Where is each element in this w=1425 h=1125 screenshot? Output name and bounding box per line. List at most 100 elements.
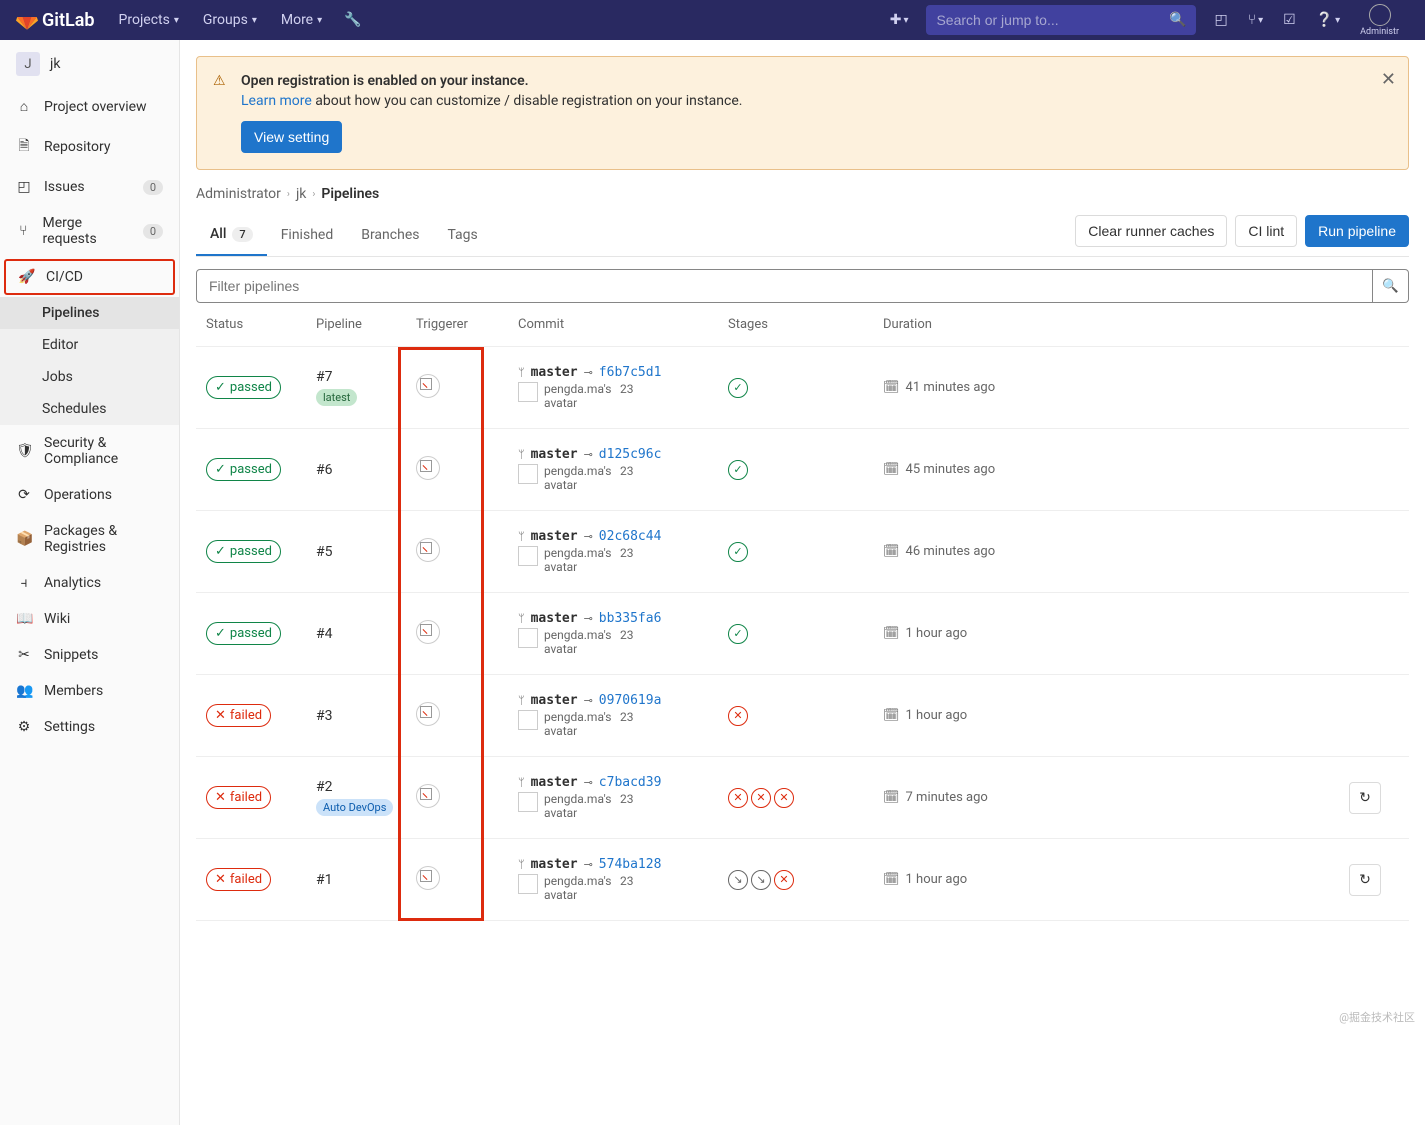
duration-text: 7 minutes ago: [906, 790, 988, 805]
sidebar-sub-pipelines[interactable]: Pipelines: [0, 297, 179, 329]
search-icon[interactable]: 🔍: [1169, 12, 1186, 28]
status-badge[interactable]: ✓ passed: [206, 622, 281, 645]
sidebar-item-settings[interactable]: ⚙Settings: [0, 709, 179, 745]
sidebar-item-snippets[interactable]: ✂Snippets: [0, 637, 179, 673]
wrench-icon[interactable]: 🔧: [334, 12, 371, 28]
sidebar-item-issues[interactable]: ◰Issues0: [0, 169, 179, 205]
author-avatar: [518, 464, 538, 484]
branch-name[interactable]: master: [531, 447, 578, 462]
stage-fail-icon[interactable]: ✕: [728, 706, 748, 726]
tab-finished[interactable]: Finished: [267, 215, 348, 255]
stage-fail-icon[interactable]: ✕: [774, 870, 794, 890]
pipeline-id-link[interactable]: #5: [316, 544, 333, 560]
branch-name[interactable]: master: [531, 775, 578, 790]
triggerer-avatar[interactable]: [416, 538, 440, 562]
pipeline-id-link[interactable]: #4: [316, 626, 333, 642]
branch-name[interactable]: master: [531, 365, 578, 380]
th-duration: Duration: [883, 317, 1349, 332]
home-icon: ⌂: [16, 98, 32, 115]
issues-icon[interactable]: ◰: [1204, 12, 1237, 28]
sidebar-item-cicd[interactable]: 🚀CI/CD: [4, 259, 175, 295]
gitlab-logo[interactable]: GitLab: [16, 9, 95, 31]
commit-sha-link[interactable]: d125c96c: [599, 447, 662, 462]
triggerer-avatar[interactable]: [416, 620, 440, 644]
pipeline-id-link[interactable]: #7: [316, 369, 333, 385]
todos-icon[interactable]: ☑: [1273, 12, 1306, 28]
stage-ok-icon[interactable]: ✓: [728, 378, 748, 398]
sidebar-item-security[interactable]: 🛡Security & Compliance: [0, 425, 179, 477]
search-box[interactable]: 🔍: [926, 5, 1196, 35]
stage-skip-icon[interactable]: ↘: [728, 870, 748, 890]
sidebar-sub-editor[interactable]: Editor: [0, 329, 179, 361]
triggerer-avatar[interactable]: [416, 374, 440, 398]
nav-groups[interactable]: Groups▾: [191, 12, 269, 28]
user-menu[interactable]: Administr: [1350, 4, 1409, 37]
ci-lint-button[interactable]: CI lint: [1235, 215, 1297, 247]
tab-tags[interactable]: Tags: [433, 215, 491, 255]
status-badge[interactable]: ✕ failed: [206, 786, 271, 809]
stage-skip-icon[interactable]: ↘: [751, 870, 771, 890]
learn-more-link[interactable]: Learn more: [241, 93, 312, 109]
stage-ok-icon[interactable]: ✓: [728, 624, 748, 644]
status-badge[interactable]: ✓ passed: [206, 540, 281, 563]
crumb-project[interactable]: jk: [296, 186, 306, 202]
retry-button[interactable]: ↻: [1349, 782, 1381, 814]
retry-button[interactable]: ↻: [1349, 864, 1381, 896]
sidebar-sub-schedules[interactable]: Schedules: [0, 393, 179, 425]
sidebar-item-members[interactable]: 👥Members: [0, 673, 179, 709]
stage-fail-icon[interactable]: ✕: [728, 788, 748, 808]
project-header[interactable]: J jk: [0, 40, 179, 88]
commit-sha-link[interactable]: 02c68c44: [599, 529, 662, 544]
status-badge[interactable]: ✓ passed: [206, 376, 281, 399]
search-input[interactable]: [936, 12, 1169, 28]
run-pipeline-button[interactable]: Run pipeline: [1305, 215, 1409, 247]
stage-fail-icon[interactable]: ✕: [751, 788, 771, 808]
pipeline-id-link[interactable]: #2: [316, 779, 333, 795]
triggerer-avatar[interactable]: [416, 784, 440, 808]
sidebar-item-overview[interactable]: ⌂Project overview: [0, 88, 179, 125]
nav-projects[interactable]: Projects▾: [107, 12, 191, 28]
commit-sha-link[interactable]: f6b7c5d1: [599, 365, 662, 380]
status-badge[interactable]: ✓ passed: [206, 458, 281, 481]
pipeline-id-link[interactable]: #3: [316, 708, 333, 724]
sidebar-sub-jobs[interactable]: Jobs: [0, 361, 179, 393]
commit-sha-link[interactable]: c7bacd39: [599, 775, 662, 790]
status-badge[interactable]: ✕ failed: [206, 868, 271, 891]
commit-sha-link[interactable]: 574ba128: [599, 857, 662, 872]
stage-ok-icon[interactable]: ✓: [728, 460, 748, 480]
branch-name[interactable]: master: [531, 529, 578, 544]
filter-input[interactable]: [196, 269, 1373, 303]
sidebar-item-merge-requests[interactable]: ⑂Merge requests0: [0, 205, 179, 257]
triggerer-avatar[interactable]: [416, 702, 440, 726]
stage-ok-icon[interactable]: ✓: [728, 542, 748, 562]
commit-sha-link[interactable]: 0970619a: [599, 693, 662, 708]
tab-branches[interactable]: Branches: [347, 215, 433, 255]
nav-more[interactable]: More▾: [269, 12, 334, 28]
pipeline-id-link[interactable]: #6: [316, 462, 333, 478]
branch-name[interactable]: master: [531, 693, 578, 708]
help-icon[interactable]: ❔▾: [1306, 12, 1350, 28]
view-setting-button[interactable]: View setting: [241, 121, 342, 153]
clear-caches-button[interactable]: Clear runner caches: [1075, 215, 1227, 247]
pipeline-id-link[interactable]: #1: [316, 872, 333, 888]
sidebar-item-repository[interactable]: 🗎Repository: [0, 125, 179, 169]
triggerer-avatar[interactable]: [416, 866, 440, 890]
status-badge[interactable]: ✕ failed: [206, 704, 271, 727]
close-icon[interactable]: ✕: [1381, 69, 1396, 90]
branch-name[interactable]: master: [531, 857, 578, 872]
filter-search-button[interactable]: 🔍: [1373, 269, 1409, 303]
sidebar-item-operations[interactable]: ⟳Operations: [0, 477, 179, 513]
branch-name[interactable]: master: [531, 611, 578, 626]
merge-requests-icon[interactable]: ⑂ ▾: [1238, 12, 1273, 28]
commit-sha-link[interactable]: bb335fa6: [599, 611, 662, 626]
triggerer-avatar[interactable]: [416, 456, 440, 480]
top-navbar: GitLab Projects▾ Groups▾ More▾ 🔧 ✚ ▾ 🔍 ◰…: [0, 0, 1425, 40]
tab-all[interactable]: All7: [196, 214, 267, 256]
sidebar-item-analytics[interactable]: ⫞Analytics: [0, 565, 179, 601]
sidebar-item-wiki[interactable]: 📖Wiki: [0, 601, 179, 637]
sidebar-item-packages[interactable]: 📦Packages & Registries: [0, 513, 179, 565]
plus-icon[interactable]: ✚ ▾: [880, 12, 919, 28]
book-icon: 📖: [16, 611, 32, 627]
crumb-admin[interactable]: Administrator: [196, 186, 281, 202]
stage-fail-icon[interactable]: ✕: [774, 788, 794, 808]
